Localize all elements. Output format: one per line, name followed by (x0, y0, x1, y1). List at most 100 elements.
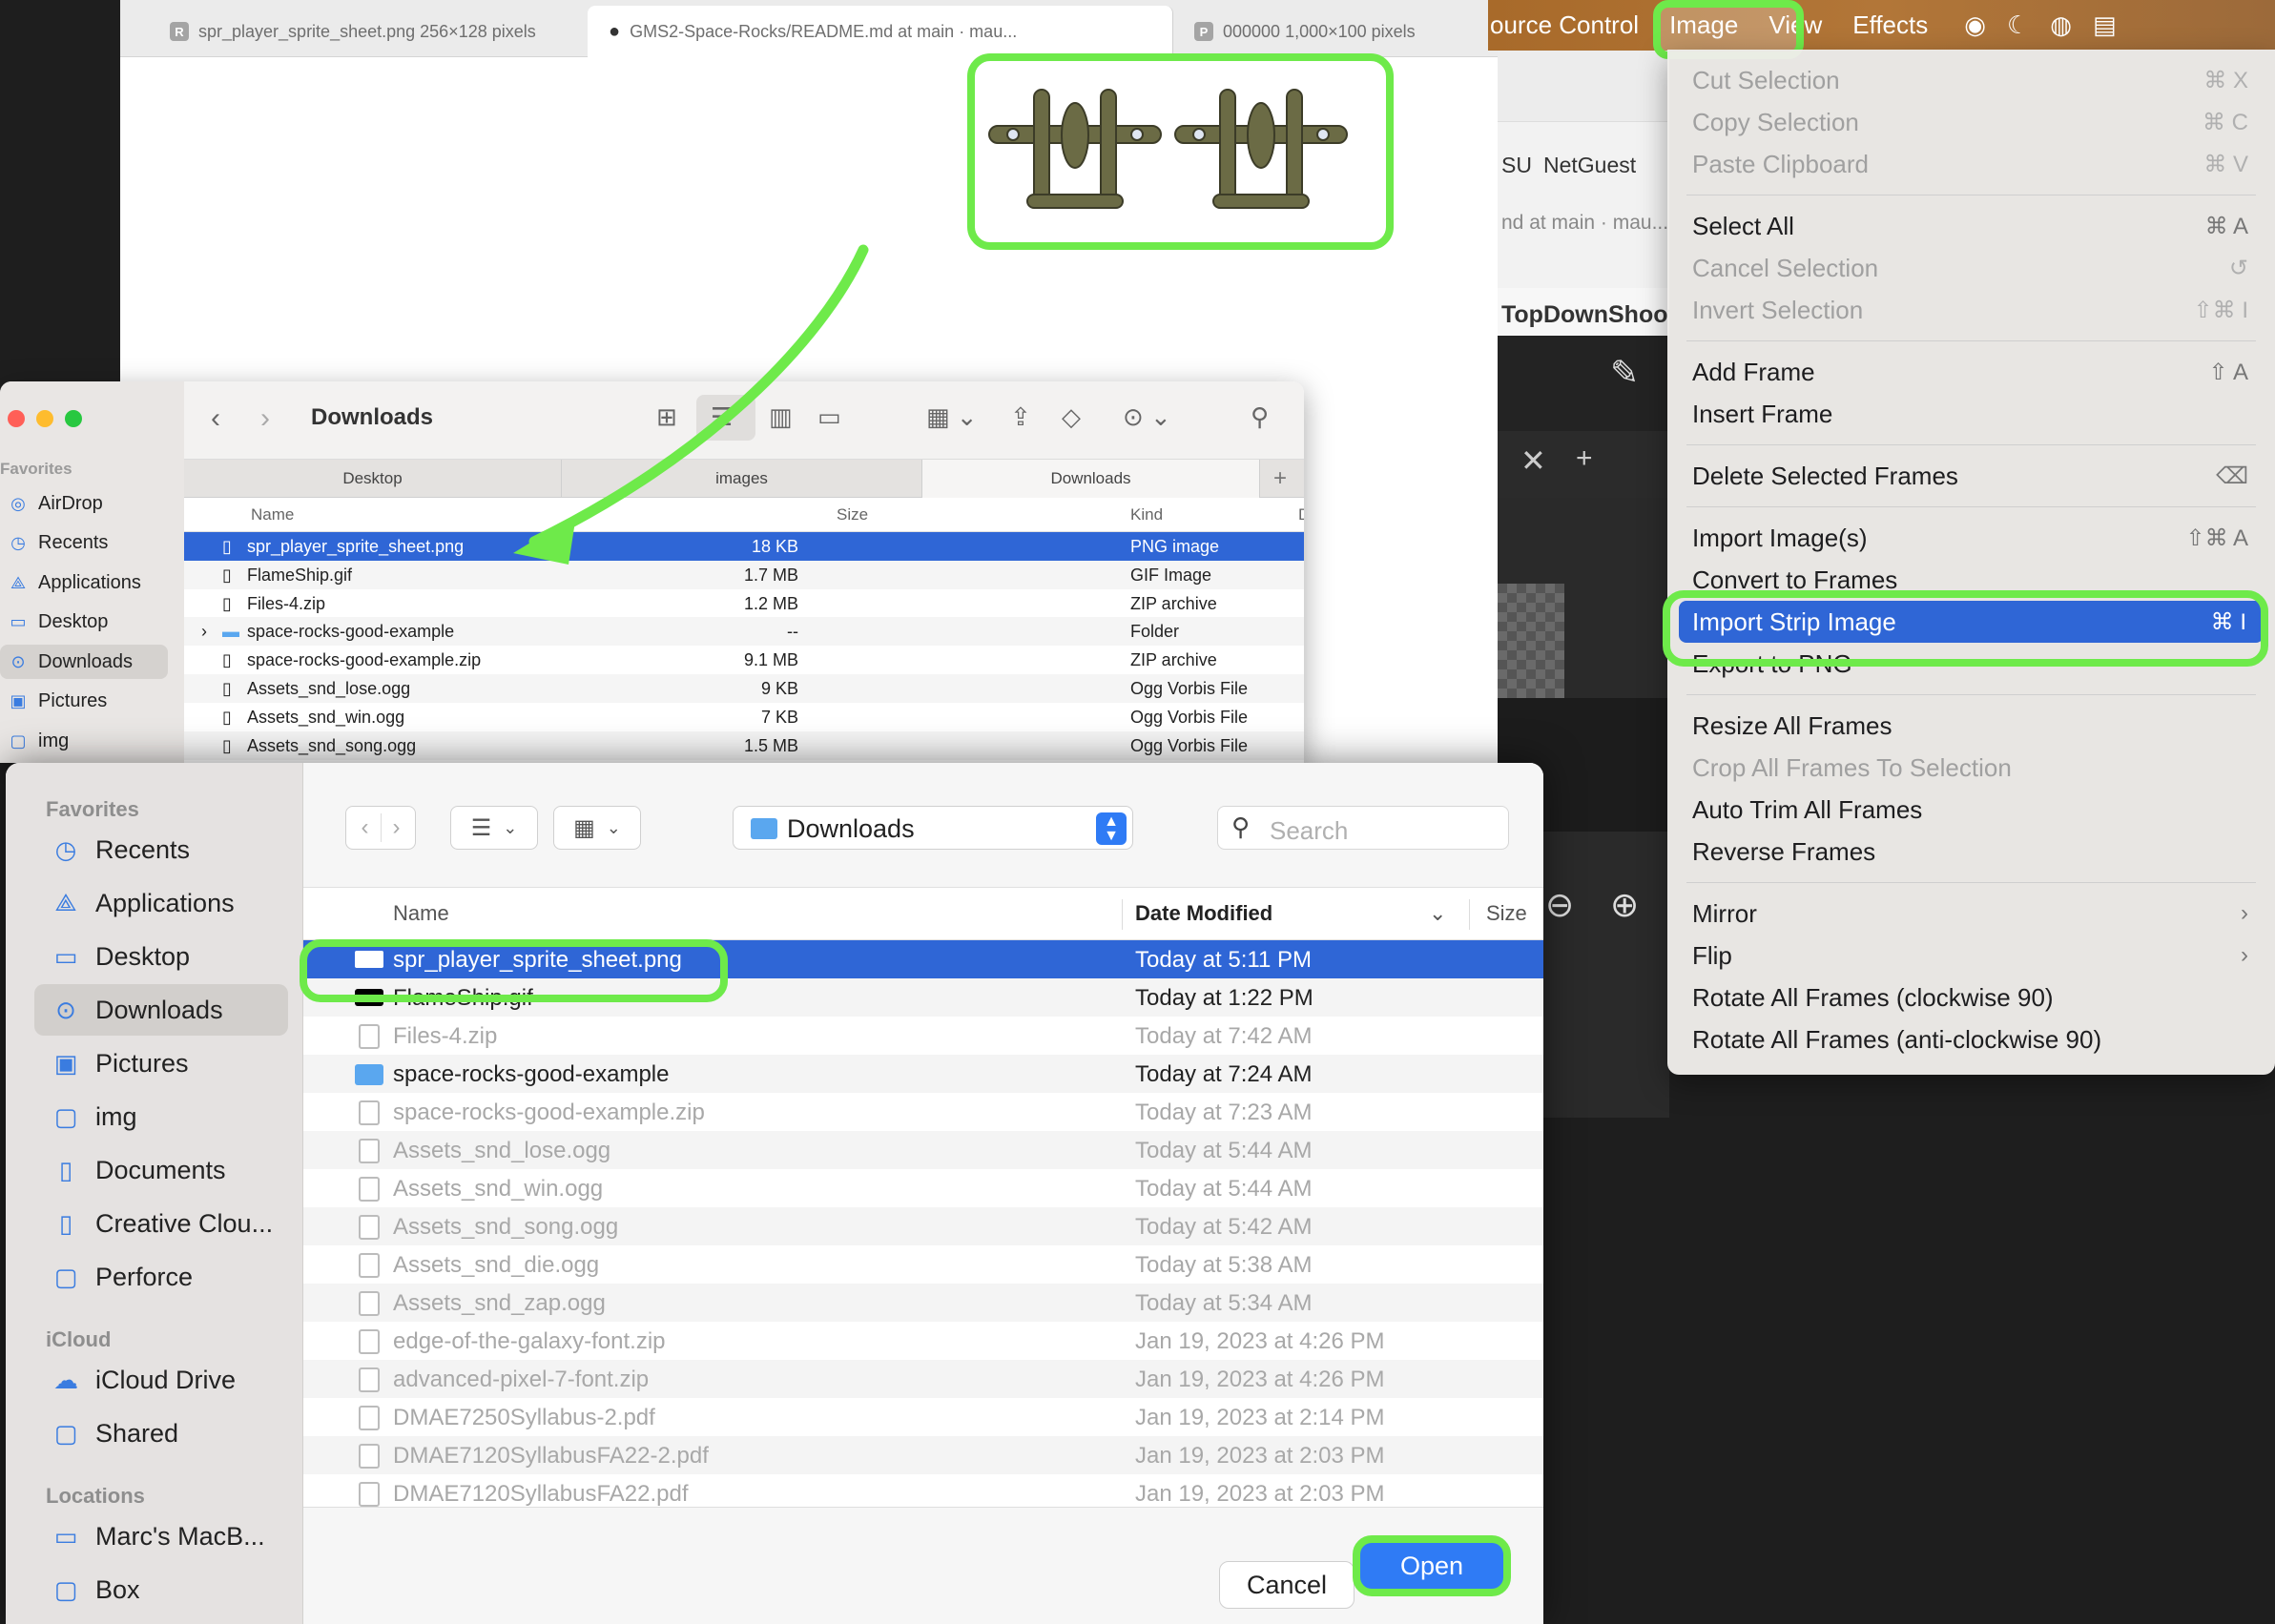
close-icon[interactable]: ✕ (1520, 442, 1546, 479)
sidebar-item[interactable]: ◎ AirDrop (0, 486, 168, 521)
table-row[interactable]: ▯ Assets_snd_win.ogg 7 KB Ogg Vorbis File (184, 703, 1304, 731)
menu-item[interactable]: Paste Clipboard ⌘ V (1667, 143, 2275, 185)
menu-item[interactable]: Crop All Frames To Selection (1667, 747, 2275, 789)
file-row[interactable]: Assets_snd_lose.ogg Today at 5:44 AM (303, 1131, 1543, 1169)
menu-item[interactable]: Import Image(s) ⇧⌘ A (1667, 517, 2275, 559)
zoom-out-icon[interactable]: ⊖ (1545, 885, 1574, 925)
forward-icon[interactable]: › (260, 402, 270, 435)
menu-item[interactable]: Cut Selection ⌘ X (1667, 59, 2275, 101)
file-row[interactable]: Assets_snd_zap.ogg Today at 5:34 AM (303, 1284, 1543, 1322)
file-row[interactable]: Assets_snd_song.ogg Today at 5:42 AM (303, 1207, 1543, 1245)
sidebar-item[interactable]: ☁ iCloud Drive (34, 1354, 288, 1406)
column-date-modified[interactable]: Date Modified (1135, 901, 1272, 926)
column-size[interactable]: Size (1486, 901, 1527, 926)
sidebar-item[interactable]: ▣ Pictures (34, 1038, 288, 1089)
menu-item[interactable]: Resize All Frames (1667, 705, 2275, 747)
table-row[interactable]: ▯ FlameShip.gif 1.7 MB GIF Image (184, 560, 1304, 589)
browser-tab[interactable]: P 000000 1,000×100 pixels (1173, 6, 1498, 57)
moon-icon[interactable]: ☾ (2007, 10, 2029, 40)
table-row[interactable]: ▯ spr_player_sprite_sheet.png 18 KB PNG ima… (184, 532, 1304, 561)
forward-icon[interactable]: › (393, 814, 401, 841)
sidebar-item[interactable]: ⟁ Applications (0, 565, 168, 600)
menu-source-control[interactable]: ource Control (1488, 10, 1654, 40)
frame-thumbnail[interactable] (1498, 584, 1564, 708)
table-row[interactable]: ▯ Assets_snd_lose.ogg 9 KB Ogg Vorbis File (184, 674, 1304, 703)
sidebar-item[interactable]: ▢ Shared (34, 1408, 288, 1459)
minimize-window-icon[interactable] (36, 410, 53, 427)
icon-view-icon[interactable]: ⊞ (656, 402, 677, 432)
sidebar-item[interactable]: ▭ Desktop (0, 606, 168, 640)
cancel-button[interactable]: Cancel (1219, 1561, 1355, 1609)
sidebar-item[interactable]: ◷ Recents (0, 526, 168, 561)
sort-chevron-icon[interactable]: ⌄ (1429, 901, 1446, 926)
group-button[interactable]: ▦ ⌄ (553, 806, 641, 850)
menu-item[interactable]: Flip › (1667, 935, 2275, 976)
table-row[interactable]: › ▬ space-rocks-good-example -- Folder (184, 617, 1304, 647)
sidebar-item[interactable]: ▣ Pictures (0, 685, 168, 719)
back-icon[interactable]: ‹ (211, 402, 220, 435)
sidebar-item[interactable]: ▭ Marc's MacB... (34, 1511, 288, 1562)
sidebar-item[interactable]: ▯ Creative Clou... (34, 1198, 288, 1249)
table-row[interactable]: ▯ space-rocks-good-example.zip 9.1 MB ZIP a… (184, 646, 1304, 674)
menu-item[interactable]: Invert Selection ⇧⌘ I (1667, 289, 2275, 331)
column-name[interactable]: Name (393, 901, 449, 926)
close-window-icon[interactable] (8, 410, 25, 427)
sidebar-item[interactable]: ⊙ Downloads (34, 984, 288, 1036)
zoom-in-icon[interactable]: ⊕ (1610, 885, 1639, 925)
gallery-view-icon[interactable]: ▭ (817, 402, 841, 432)
new-tab-icon[interactable]: + (1273, 465, 1287, 492)
column-kind[interactable]: Kind (1130, 505, 1163, 524)
menu-item[interactable]: Mirror › (1667, 893, 2275, 935)
disclosure-icon[interactable]: › (201, 622, 207, 642)
tag-icon[interactable]: ◇ (1062, 402, 1081, 432)
sidebar-item[interactable]: ▢ Perforce (34, 1251, 288, 1303)
menu-item[interactable]: Reverse Frames (1667, 831, 2275, 873)
file-row[interactable]: advanced-pixel-7-font.zip Jan 19, 2023 at… (303, 1360, 1543, 1398)
add-icon[interactable]: + (1576, 442, 1593, 475)
record-status-icon[interactable]: ◉ (1964, 10, 1986, 40)
file-row[interactable]: edge-of-the-galaxy-font.zip Jan 19, 2023 … (303, 1322, 1543, 1360)
open-button[interactable]: Open (1360, 1543, 1503, 1589)
finder-tab-downloads[interactable]: Downloads (922, 460, 1260, 498)
share-icon[interactable]: ⇪ (1010, 402, 1031, 432)
menu-item[interactable]: Auto Trim All Frames (1667, 789, 2275, 831)
finder-tab-images[interactable]: images (562, 460, 922, 498)
sidebar-item[interactable]: ▢ Box (34, 1564, 288, 1615)
file-row[interactable]: space-rocks-good-example Today at 7:24 AM (303, 1055, 1543, 1093)
menu-item[interactable]: Rotate All Frames (anti-clockwise 90) (1667, 1018, 2275, 1060)
finder-tab-desktop[interactable]: Desktop (184, 460, 562, 498)
menu-item[interactable]: Select All ⌘ A (1667, 205, 2275, 247)
search-icon[interactable]: ⚲ (1251, 402, 1269, 432)
file-row[interactable]: DMAE7120SyllabusFA22-2.pdf Jan 19, 2023 a… (303, 1436, 1543, 1474)
sidebar-item[interactable]: ▭ Desktop (34, 931, 288, 982)
file-row[interactable]: Assets_snd_die.ogg Today at 5:38 AM (303, 1245, 1543, 1284)
back-icon[interactable]: ‹ (362, 814, 369, 841)
browser-tab[interactable]: ● GMS2-Space-Rocks/README.md at main · m… (588, 6, 1173, 57)
browser-tab[interactable]: R spr_player_sprite_sheet.png 256×128 pi… (149, 6, 613, 57)
file-row[interactable]: DMAE7250Syllabus-2.pdf Jan 19, 2023 at 2:… (303, 1398, 1543, 1436)
column-view-icon[interactable]: ▥ (769, 402, 793, 432)
zoom-window-icon[interactable] (65, 410, 82, 427)
menu-item[interactable]: Cancel Selection ↺ (1667, 247, 2275, 289)
column-date[interactable]: D (1298, 505, 1304, 524)
sidebar-item[interactable]: ▢ img (0, 724, 168, 758)
menu-item[interactable]: Add Frame ⇧ A (1667, 351, 2275, 393)
search-field[interactable]: ⚲ Search (1217, 806, 1509, 850)
menu-item[interactable]: Insert Frame (1667, 393, 2275, 435)
column-name[interactable]: Name (251, 505, 294, 524)
file-row[interactable]: Assets_snd_win.ogg Today at 5:44 AM (303, 1169, 1543, 1207)
pencil-icon[interactable]: ✎ (1610, 353, 1639, 393)
more-actions-icon[interactable]: ⊙ ⌄ (1123, 402, 1171, 432)
group-icon[interactable]: ▦ ⌄ (926, 402, 978, 432)
table-row[interactable]: ▯ Files-4.zip 1.2 MB ZIP archive (184, 589, 1304, 618)
sidebar-item[interactable]: ▢ img (34, 1091, 288, 1142)
menu-item[interactable]: Delete Selected Frames ⌫ (1667, 455, 2275, 497)
table-row[interactable]: ▯ Assets_snd_song.ogg 1.5 MB Ogg Vorbis Fil… (184, 730, 1304, 760)
file-row[interactable]: Files-4.zip Today at 7:42 AM (303, 1017, 1543, 1055)
sidebar-item[interactable]: ⊙ Downloads (0, 645, 168, 679)
view-mode-button[interactable]: ☰ ⌄ (450, 806, 538, 850)
globe-icon[interactable]: ◍ (2050, 10, 2072, 40)
file-row[interactable]: space-rocks-good-example.zip Today at 7:2… (303, 1093, 1543, 1131)
location-popup[interactable]: Downloads ▲ ▼ (733, 806, 1133, 850)
sidebar-item[interactable]: ⟁ Applications (34, 877, 288, 929)
